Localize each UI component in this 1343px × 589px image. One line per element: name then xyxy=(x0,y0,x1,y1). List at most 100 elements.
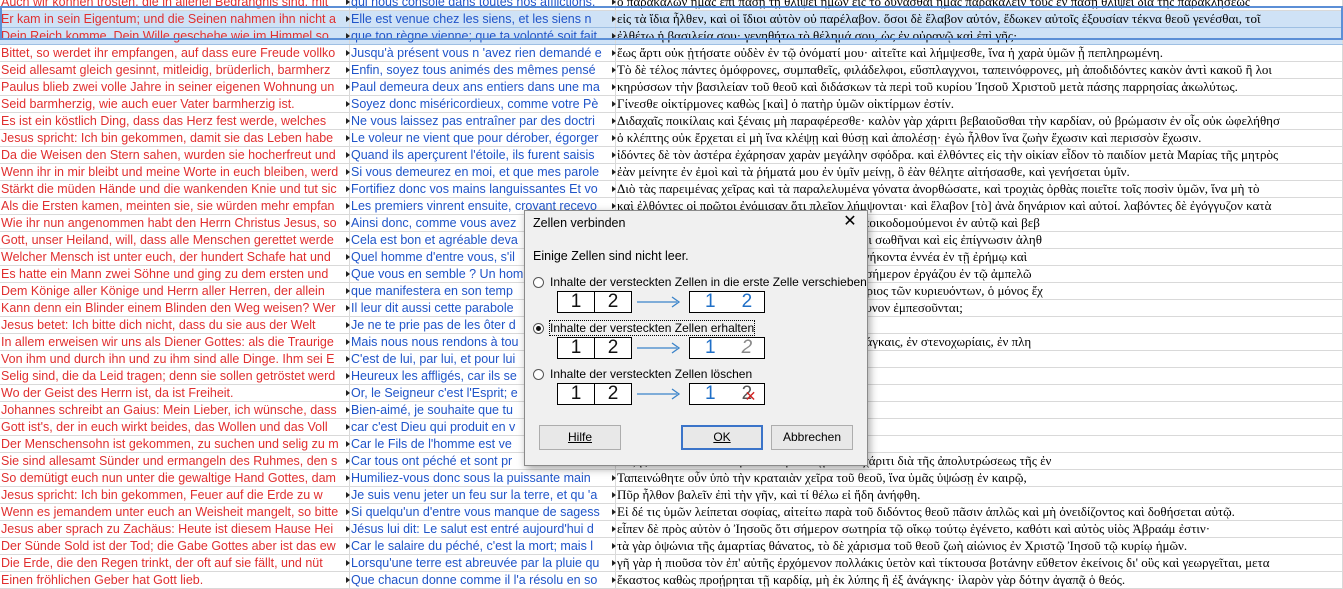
cell-german[interactable]: Kann denn ein Blinder einem Blinden den … xyxy=(0,300,350,316)
table-row[interactable]: Seid barmherzig, wie auch euer Vater bar… xyxy=(0,96,1343,113)
cell-greek[interactable]: Εἰ δέ τις ὑμῶν λείπεται σοφίας, αἰτείτω … xyxy=(616,504,1343,520)
ok-button[interactable]: OK xyxy=(681,425,763,450)
cell-french[interactable]: qui nous console dans toutes nos afflict… xyxy=(350,0,616,10)
radio-delete-contents[interactable] xyxy=(533,369,544,380)
cell-german[interactable]: Welcher Mensch ist unter euch, der hunde… xyxy=(0,249,350,265)
cell-greek[interactable]: ὁ παρακαλῶν ἡμᾶς ἐπὶ πάσῃ τῇ θλίψει ἡμῶν… xyxy=(616,0,1343,10)
option-delete-contents-label[interactable]: Inhalte der versteckten Zellen löschen xyxy=(550,367,752,381)
table-row[interactable]: Stärkt die müden Hände und die wankenden… xyxy=(0,181,1343,198)
cell-german[interactable]: Wie ihr nun angenommen habt den Herrn Ch… xyxy=(0,215,350,231)
table-row[interactable]: Wenn es jemandem unter euch an Weisheit … xyxy=(0,504,1343,521)
cell-german[interactable]: Wo der Geist des Herrn ist, da ist Freih… xyxy=(0,385,350,401)
option-move-contents-label[interactable]: Inhalte der versteckten Zellen in die er… xyxy=(550,275,867,289)
cell-french[interactable]: Enfin, soyez tous animés des mêmes pensé xyxy=(350,62,616,78)
cell-german[interactable]: So demütigt euch nun unter die gewaltige… xyxy=(0,470,350,486)
cell-greek[interactable]: εἶπεν δὲ πρὸς αὐτὸν ὁ Ἰησοῦς ὅτι σήμερον… xyxy=(616,521,1343,537)
cell-french[interactable]: Paul demeura deux ans entiers dans une m… xyxy=(350,79,616,95)
cell-greek[interactable]: γῆ γὰρ ἡ πιοῦσα τὸν ἐπ' αὐτῆς ἐρχόμενον … xyxy=(616,555,1343,571)
cell-greek[interactable]: τὰ γὰρ ὀψώνια τῆς ἁμαρτίας θάνατος, τὸ δ… xyxy=(616,538,1343,554)
cell-german[interactable]: Bittet, so werdet ihr empfangen, auf das… xyxy=(0,45,350,61)
cell-greek[interactable]: ἕκαστος καθὼς προῄρηται τῇ καρδίᾳ, μὴ ἐκ… xyxy=(616,572,1343,588)
cell-german[interactable]: Der Sünde Sold ist der Tod; die Gabe Got… xyxy=(0,538,350,554)
cell-french[interactable]: Elle est venue chez les siens, et les si… xyxy=(350,11,616,27)
cell-german[interactable]: Seid allesamt gleich gesinnt, mitleidig,… xyxy=(0,62,350,78)
cell-german[interactable]: Dein Reich komme. Dein Wille geschehe wi… xyxy=(0,28,350,44)
radio-keep-contents[interactable] xyxy=(533,323,544,334)
cell-german[interactable]: Der Menschensohn ist gekommen, zu suchen… xyxy=(0,436,350,452)
cell-german[interactable]: Jesus betet: Ich bitte dich nicht, dass … xyxy=(0,317,350,333)
cell-french[interactable]: Soyez donc miséricordieux, comme votre P… xyxy=(350,96,616,112)
table-row[interactable]: Auch wir können trösten, die in allerlei… xyxy=(0,0,1343,11)
cell-german[interactable]: Es hatte ein Mann zwei Söhne und ging zu… xyxy=(0,266,350,282)
cell-french[interactable]: Quand ils aperçurent l'étoile, ils furen… xyxy=(350,147,616,163)
table-row[interactable]: Einen fröhlichen Geber hat Gott lieb. Que… xyxy=(0,572,1343,589)
cell-german[interactable]: In allem erweisen wir uns als Diener Got… xyxy=(0,334,350,350)
cell-german[interactable]: Er kam in sein Eigentum; und die Seinen … xyxy=(0,11,350,27)
radio-move-contents[interactable] xyxy=(533,277,544,288)
cell-french[interactable]: Si vous demeurez en moi, et que mes paro… xyxy=(350,164,616,180)
table-row[interactable]: Die Erde, die den Regen trinkt, der oft … xyxy=(0,555,1343,572)
cell-greek[interactable]: εἰς τὰ ἴδια ἦλθεν, καὶ οἱ ἴδιοι αὐτὸν οὐ… xyxy=(616,11,1343,27)
cell-german[interactable]: Als die Ersten kamen, meinten sie, sie w… xyxy=(0,198,350,214)
table-row[interactable]: Der Sünde Sold ist der Tod; die Gabe Got… xyxy=(0,538,1343,555)
cell-german[interactable]: Jesus aber sprach zu Zachäus: Heute ist … xyxy=(0,521,350,537)
option-keep-contents-label[interactable]: Inhalte der versteckten Zellen erhalten xyxy=(548,320,756,336)
cell-greek[interactable]: ἐλθέτω ἡ βασιλεία σου· γενηθήτω τὸ θέλημ… xyxy=(616,28,1343,44)
table-row[interactable]: Jesus spricht: Ich bin gekommen, damit s… xyxy=(0,130,1343,147)
cell-greek[interactable]: Γίνεσθε οἰκτίρμονες καθὼς [καὶ] ὁ πατὴρ … xyxy=(616,96,1343,112)
table-row[interactable]: Jesus spricht: Ich bin gekommen, Feuer a… xyxy=(0,487,1343,504)
cell-german[interactable]: Gott ist's, der in euch wirkt beides, da… xyxy=(0,419,350,435)
cell-german[interactable]: Es ist ein köstlich Ding, dass das Herz … xyxy=(0,113,350,129)
close-icon[interactable]: ✕ xyxy=(841,213,859,231)
cell-german[interactable]: Von ihm und durch ihn und zu ihm sind al… xyxy=(0,351,350,367)
cell-german[interactable]: Johannes schreibt an Gaius: Mein Lieber,… xyxy=(0,402,350,418)
cell-french[interactable]: Humiliez-vous donc sous la puissante mai… xyxy=(350,470,616,486)
cell-greek[interactable]: ἰδόντες δὲ τὸν ἀστέρα ἐχάρησαν χαρὰν μεγ… xyxy=(616,147,1343,163)
cell-french[interactable]: Ne vous laissez pas entraîner par des do… xyxy=(350,113,616,129)
cell-german[interactable]: Wenn es jemandem unter euch an Weisheit … xyxy=(0,504,350,520)
cell-greek[interactable]: Τὸ δὲ τέλος πάντες ὁμόφρονες, συμπαθεῖς,… xyxy=(616,62,1343,78)
cell-greek[interactable]: Διὸ τὰς παρειμένας χεῖρας καὶ τὰ παραλελ… xyxy=(616,181,1343,197)
cell-french[interactable]: Le voleur ne vient que pour dérober, égo… xyxy=(350,130,616,146)
table-row[interactable]: Bittet, so werdet ihr empfangen, auf das… xyxy=(0,45,1343,62)
cell-french[interactable]: Je suis venu jeter un feu sur la terre, … xyxy=(350,487,616,503)
cell-french[interactable]: que ton règne vienne; que ta volonté soi… xyxy=(350,28,616,44)
table-row[interactable]: Paulus blieb zwei volle Jahre in seiner … xyxy=(0,79,1343,96)
cell-german[interactable]: Seid barmherzig, wie auch euer Vater bar… xyxy=(0,96,350,112)
cell-german[interactable]: Die Erde, die den Regen trinkt, der oft … xyxy=(0,555,350,571)
table-row[interactable]: Es ist ein köstlich Ding, dass das Herz … xyxy=(0,113,1343,130)
cell-french[interactable]: Si quelqu'un d'entre vous manque de sage… xyxy=(350,504,616,520)
cell-german[interactable]: Jesus spricht: Ich bin gekommen, Feuer a… xyxy=(0,487,350,503)
help-button[interactable]: Hilfe xyxy=(539,425,621,450)
table-row[interactable]: So demütigt euch nun unter die gewaltige… xyxy=(0,470,1343,487)
table-row[interactable]: Wenn ihr in mir bleibt und meine Worte i… xyxy=(0,164,1343,181)
table-row[interactable]: Seid allesamt gleich gesinnt, mitleidig,… xyxy=(0,62,1343,79)
table-row[interactable]: Er kam in sein Eigentum; und die Seinen … xyxy=(0,11,1343,28)
cell-german[interactable]: Einen fröhlichen Geber hat Gott lieb. xyxy=(0,572,350,588)
cell-greek[interactable]: κηρύσσων τὴν βασιλείαν τοῦ θεοῦ καὶ διδά… xyxy=(616,79,1343,95)
cell-french[interactable]: Lorsqu'une terre est abreuvée par la plu… xyxy=(350,555,616,571)
cell-french[interactable]: Jusqu'à présent vous n 'avez rien demand… xyxy=(350,45,616,61)
cell-german[interactable]: Stärkt die müden Hände und die wankenden… xyxy=(0,181,350,197)
cell-french[interactable]: Que chacun donne comme il l'a résolu en … xyxy=(350,572,616,588)
table-row[interactable]: Da die Weisen den Stern sahen, wurden si… xyxy=(0,147,1343,164)
cell-german[interactable]: Wenn ihr in mir bleibt und meine Worte i… xyxy=(0,164,350,180)
table-row[interactable]: Dein Reich komme. Dein Wille geschehe wi… xyxy=(0,28,1343,45)
cell-greek[interactable]: Πῦρ ἦλθον βαλεῖν ἐπὶ τὴν γῆν, καὶ τί θέλ… xyxy=(616,487,1343,503)
cell-german[interactable]: Selig sind, die da Leid tragen; denn sie… xyxy=(0,368,350,384)
table-row[interactable]: Jesus aber sprach zu Zachäus: Heute ist … xyxy=(0,521,1343,538)
cell-greek[interactable]: Διδαχαῖς ποικίλαις καὶ ξέναις μὴ παραφέρ… xyxy=(616,113,1343,129)
cell-greek[interactable]: ὁ κλέπτης οὐκ ἔρχεται εἰ μὴ ἵνα κλέψῃ κα… xyxy=(616,130,1343,146)
cell-french[interactable]: Car le salaire du péché, c'est la mort; … xyxy=(350,538,616,554)
cell-german[interactable]: Da die Weisen den Stern sahen, wurden si… xyxy=(0,147,350,163)
cell-german[interactable]: Paulus blieb zwei volle Jahre in seiner … xyxy=(0,79,350,95)
cell-german[interactable]: Sie sind allesamt Sünder und ermangeln d… xyxy=(0,453,350,469)
cell-french[interactable]: Fortifiez donc vos mains languissantes E… xyxy=(350,181,616,197)
cell-greek[interactable]: ἕως ἄρτι οὐκ ᾐτήσατε οὐδὲν ἐν τῷ ὀνόματί… xyxy=(616,45,1343,61)
cell-greek[interactable]: Ταπεινώθητε οὖν ὑπὸ τὴν κραταιὰν χεῖρα τ… xyxy=(616,470,1343,486)
cell-french[interactable]: Jésus lui dit: Le salut est entré aujour… xyxy=(350,521,616,537)
cell-german[interactable]: Auch wir können trösten, die in allerlei… xyxy=(0,0,350,10)
cell-german[interactable]: Jesus spricht: Ich bin gekommen, damit s… xyxy=(0,130,350,146)
cell-german[interactable]: Gott, unser Heiland, will, dass alle Men… xyxy=(0,232,350,248)
cell-greek[interactable]: ἐὰν μείνητε ἐν ἐμοὶ καὶ τὰ ῥήματά μου ἐν… xyxy=(616,164,1343,180)
